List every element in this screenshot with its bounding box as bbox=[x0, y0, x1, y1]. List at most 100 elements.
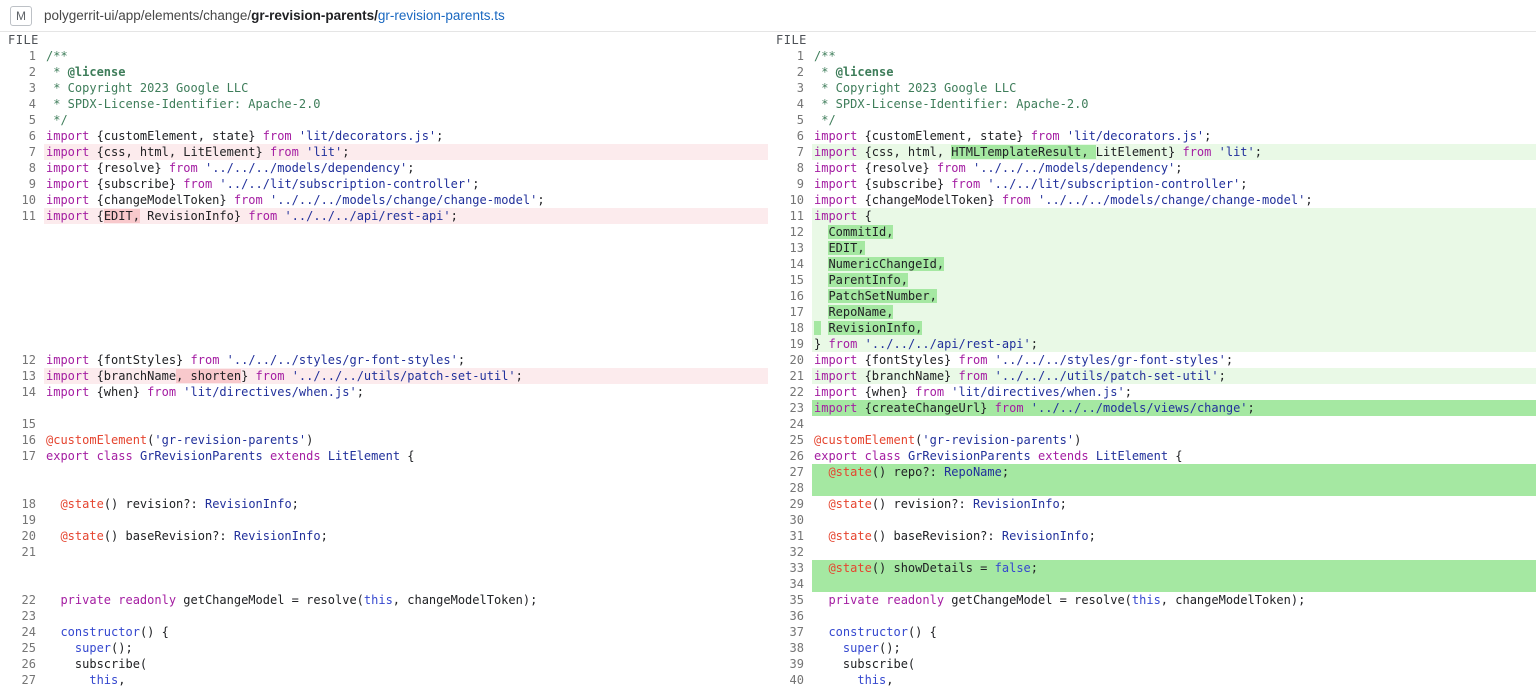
line-number[interactable]: 40 bbox=[768, 672, 812, 688]
line-number[interactable]: 8 bbox=[768, 160, 812, 176]
file-path-link[interactable]: gr-revision-parents.ts bbox=[378, 8, 505, 23]
diff-row: 21 bbox=[0, 544, 768, 560]
code-line: } from '../../../api/rest-api'; bbox=[812, 336, 1536, 352]
line-number[interactable]: 1 bbox=[768, 48, 812, 64]
line-number[interactable]: 25 bbox=[768, 432, 812, 448]
line-number[interactable]: 23 bbox=[0, 608, 44, 624]
line-number[interactable]: 6 bbox=[0, 128, 44, 144]
line-number[interactable]: 38 bbox=[768, 640, 812, 656]
line-number[interactable]: 23 bbox=[768, 400, 812, 416]
line-number[interactable]: 37 bbox=[768, 624, 812, 640]
line-number[interactable]: 2 bbox=[768, 64, 812, 80]
code-line: export class GrRevisionParents extends L… bbox=[812, 448, 1536, 464]
diff-row: 40 this, bbox=[768, 672, 1536, 688]
line-number[interactable]: 12 bbox=[0, 352, 44, 368]
code-line bbox=[44, 336, 768, 352]
line-number[interactable]: 4 bbox=[0, 96, 44, 112]
code-line: RevisionInfo, bbox=[812, 320, 1536, 336]
line-number[interactable]: 7 bbox=[0, 144, 44, 160]
diff-row: 31 @state() baseRevision?: RevisionInfo; bbox=[768, 528, 1536, 544]
line-number[interactable]: 21 bbox=[0, 544, 44, 560]
line-number[interactable]: 2 bbox=[0, 64, 44, 80]
file-path-breadcrumb: polygerrit-ui/app/elements/change/gr-rev… bbox=[44, 8, 505, 23]
line-number[interactable]: 8 bbox=[0, 160, 44, 176]
line-number[interactable]: 18 bbox=[0, 496, 44, 512]
line-number[interactable]: 26 bbox=[768, 448, 812, 464]
line-number[interactable]: 27 bbox=[0, 672, 44, 688]
line-number[interactable]: 29 bbox=[768, 496, 812, 512]
diff-row: 18 RevisionInfo, bbox=[768, 320, 1536, 336]
code-line bbox=[44, 608, 768, 624]
line-number[interactable]: 17 bbox=[768, 304, 812, 320]
line-number[interactable]: 3 bbox=[768, 80, 812, 96]
line-number[interactable]: 39 bbox=[768, 656, 812, 672]
line-number[interactable]: 22 bbox=[0, 592, 44, 608]
code-line: EDIT, bbox=[812, 240, 1536, 256]
code-line: import {changeModelToken} from '../../..… bbox=[812, 192, 1536, 208]
line-number[interactable]: 27 bbox=[768, 464, 812, 480]
line-number[interactable]: 5 bbox=[768, 112, 812, 128]
code-line: @state() baseRevision?: RevisionInfo; bbox=[812, 528, 1536, 544]
line-number[interactable]: 22 bbox=[768, 384, 812, 400]
code-line bbox=[44, 320, 768, 336]
file-section-label-right: FILE bbox=[768, 32, 1536, 48]
code-line: @customElement('gr-revision-parents') bbox=[44, 432, 768, 448]
code-line: @customElement('gr-revision-parents') bbox=[812, 432, 1536, 448]
line-number[interactable]: 34 bbox=[768, 576, 812, 592]
line-number[interactable]: 19 bbox=[768, 336, 812, 352]
line-number[interactable]: 20 bbox=[0, 528, 44, 544]
diff-row: 35 private readonly getChangeModel = res… bbox=[768, 592, 1536, 608]
line-number[interactable]: 14 bbox=[768, 256, 812, 272]
code-line: RepoName, bbox=[812, 304, 1536, 320]
line-number[interactable]: 10 bbox=[768, 192, 812, 208]
line-number[interactable]: 15 bbox=[768, 272, 812, 288]
line-number[interactable]: 13 bbox=[0, 368, 44, 384]
diff-row bbox=[0, 400, 768, 416]
line-number[interactable]: 17 bbox=[0, 448, 44, 464]
diff-row: 7import {css, html, HTMLTemplateResult, … bbox=[768, 144, 1536, 160]
line-number[interactable]: 26 bbox=[0, 656, 44, 672]
line-number[interactable]: 13 bbox=[768, 240, 812, 256]
line-number[interactable]: 14 bbox=[0, 384, 44, 400]
line-number[interactable]: 9 bbox=[768, 176, 812, 192]
line-number[interactable]: 15 bbox=[0, 416, 44, 432]
line-number[interactable]: 3 bbox=[0, 80, 44, 96]
line-number[interactable]: 28 bbox=[768, 480, 812, 496]
line-number[interactable]: 6 bbox=[768, 128, 812, 144]
diff-row bbox=[0, 224, 768, 240]
diff-view: M polygerrit-ui/app/elements/change/gr-r… bbox=[0, 0, 1536, 688]
line-number[interactable]: 24 bbox=[0, 624, 44, 640]
diff-row bbox=[0, 320, 768, 336]
code-line: constructor() { bbox=[812, 624, 1536, 640]
code-line bbox=[44, 256, 768, 272]
line-number[interactable]: 9 bbox=[0, 176, 44, 192]
line-number[interactable]: 33 bbox=[768, 560, 812, 576]
line-number[interactable]: 4 bbox=[768, 96, 812, 112]
code-line: * Copyright 2023 Google LLC bbox=[812, 80, 1536, 96]
line-number[interactable]: 30 bbox=[768, 512, 812, 528]
line-number[interactable]: 11 bbox=[768, 208, 812, 224]
diff-row: 20 @state() baseRevision?: RevisionInfo; bbox=[0, 528, 768, 544]
line-number[interactable]: 18 bbox=[768, 320, 812, 336]
line-number[interactable]: 16 bbox=[768, 288, 812, 304]
diff-row: 26 subscribe( bbox=[0, 656, 768, 672]
line-number bbox=[0, 336, 44, 352]
line-number[interactable]: 16 bbox=[0, 432, 44, 448]
line-number[interactable]: 24 bbox=[768, 416, 812, 432]
line-number[interactable]: 11 bbox=[0, 208, 44, 224]
line-number[interactable]: 36 bbox=[768, 608, 812, 624]
line-number[interactable]: 12 bbox=[768, 224, 812, 240]
line-number[interactable]: 7 bbox=[768, 144, 812, 160]
line-number[interactable]: 21 bbox=[768, 368, 812, 384]
line-number[interactable]: 5 bbox=[0, 112, 44, 128]
line-number[interactable]: 32 bbox=[768, 544, 812, 560]
line-number[interactable]: 10 bbox=[0, 192, 44, 208]
diff-row: 1/** bbox=[768, 48, 1536, 64]
line-number[interactable]: 31 bbox=[768, 528, 812, 544]
line-number[interactable]: 1 bbox=[0, 48, 44, 64]
line-number[interactable]: 20 bbox=[768, 352, 812, 368]
line-number[interactable]: 25 bbox=[0, 640, 44, 656]
diff-row: 28 bbox=[768, 480, 1536, 496]
line-number[interactable]: 19 bbox=[0, 512, 44, 528]
line-number[interactable]: 35 bbox=[768, 592, 812, 608]
